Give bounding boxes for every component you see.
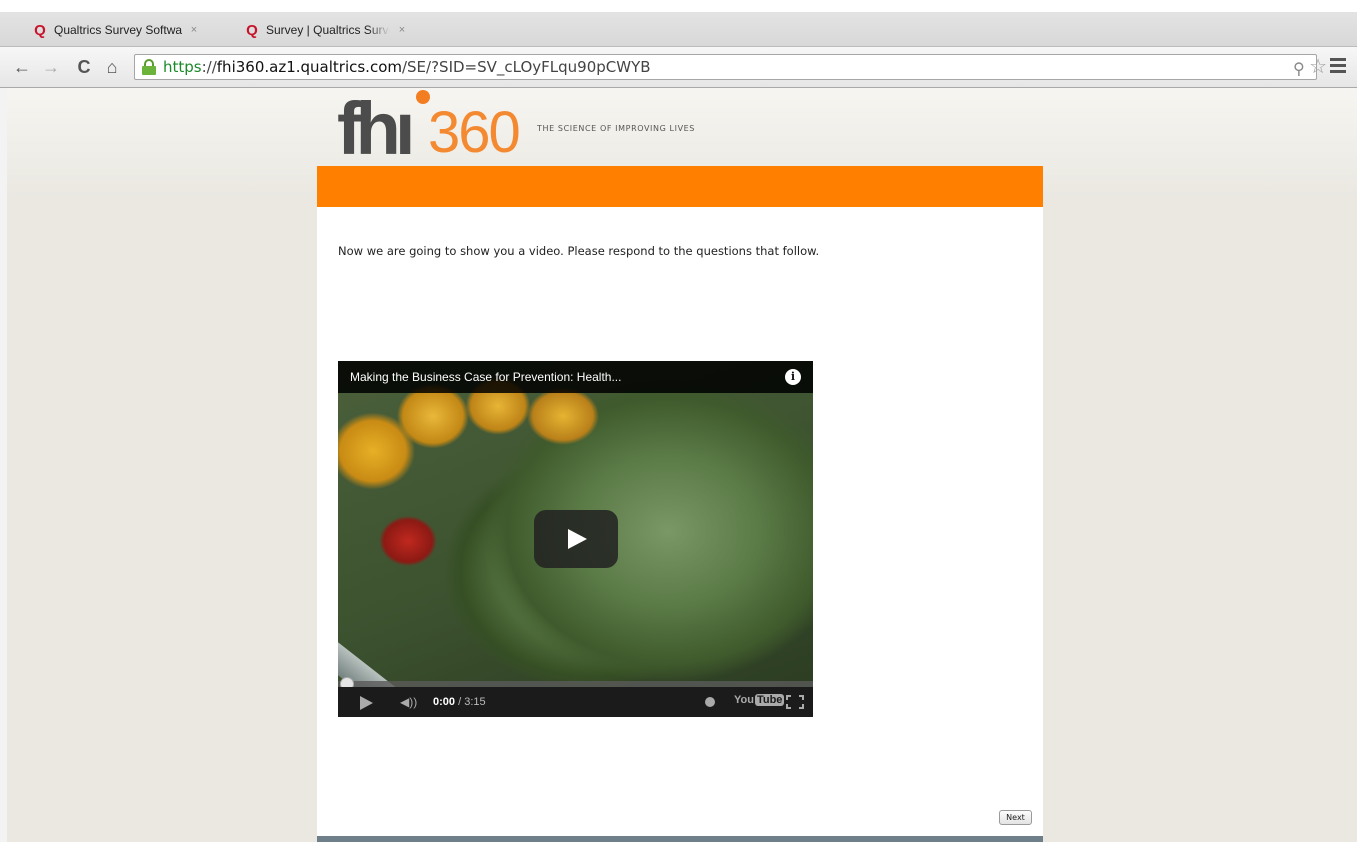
play-icon (568, 529, 587, 549)
duration: / 3:15 (455, 696, 486, 708)
volume-icon[interactable]: ◀)) (400, 695, 417, 709)
logo-fhi-text: fhı (337, 88, 415, 170)
new-tab-button[interactable] (428, 24, 476, 42)
tab-2-close-icon[interactable]: × (396, 24, 408, 36)
tab-1-close-icon[interactable]: × (188, 24, 200, 36)
browser-tab-1[interactable]: Q Qualtrics Survey Software × (8, 14, 224, 46)
video-control-bar: ◀)) 0:00 / 3:15 You Tube (338, 687, 813, 717)
url-path: /SE/?SID=SV_cLOyFLqu90pCWYB (401, 58, 651, 76)
footer-bar (317, 836, 1043, 842)
video-play-button[interactable] (534, 510, 618, 568)
survey-panel: Now we are going to show you a video. Pl… (317, 166, 1043, 842)
tab-strip-top (0, 0, 1357, 12)
video-title[interactable]: Making the Business Case for Prevention:… (350, 370, 621, 384)
current-time: 0:00 (433, 696, 456, 708)
browser-tab-2[interactable]: Q Survey | Qualtrics Survey Software × (220, 14, 432, 46)
browser-tab-strip: Q Qualtrics Survey Software × Q Survey |… (0, 0, 1357, 46)
fullscreen-icon[interactable] (786, 695, 804, 709)
qualtrics-favicon-icon: Q (246, 21, 258, 39)
fhi360-logo: fhı 360 THE SCIENCE OF IMPROVING LIVES (317, 88, 1043, 170)
page-left-edge (0, 88, 7, 842)
browser-toolbar: ← → C ⌂ https://fhi360.az1.qualtrics.com… (0, 46, 1357, 88)
url-separator: :// (201, 58, 217, 76)
url-text[interactable]: https://fhi360.az1.qualtrics.com/SE/?SID… (163, 58, 651, 76)
reload-icon[interactable]: C (73, 57, 95, 77)
forward-arrow-icon[interactable]: → (40, 57, 62, 77)
bookmark-star-icon[interactable]: ☆ (1309, 57, 1327, 77)
home-icon[interactable]: ⌂ (101, 57, 123, 77)
tab-2-title: Survey | Qualtrics Survey Software (266, 23, 390, 37)
watch-later-clock-icon[interactable] (705, 697, 715, 707)
info-icon[interactable]: i (785, 369, 801, 385)
qualtrics-favicon-icon: Q (34, 21, 46, 39)
header-bar (317, 166, 1043, 207)
survey-page: fhı 360 THE SCIENCE OF IMPROVING LIVES N… (7, 88, 1357, 842)
question-text: Now we are going to show you a video. Pl… (338, 244, 820, 258)
logo-tagline: THE SCIENCE OF IMPROVING LIVES (537, 124, 695, 133)
youtube-logo-icon[interactable]: You Tube (734, 694, 785, 706)
menu-icon[interactable] (1330, 56, 1346, 73)
back-arrow-icon[interactable]: ← (11, 57, 33, 77)
video-title-bar: Making the Business Case for Prevention:… (338, 361, 813, 393)
url-host: fhi360.az1.qualtrics.com (216, 58, 402, 76)
video-time: 0:00 / 3:15 (433, 696, 486, 708)
logo-360-text: 360 (428, 100, 521, 165)
control-play-icon[interactable] (360, 696, 373, 710)
lock-icon[interactable] (141, 59, 157, 75)
tab-1-title: Qualtrics Survey Software (54, 23, 182, 37)
next-button[interactable]: Next (999, 810, 1032, 825)
url-scheme: https (163, 58, 202, 76)
youtube-video-player[interactable]: Making the Business Case for Prevention:… (338, 361, 813, 717)
address-bar[interactable]: https://fhi360.az1.qualtrics.com/SE/?SID… (134, 54, 1317, 80)
